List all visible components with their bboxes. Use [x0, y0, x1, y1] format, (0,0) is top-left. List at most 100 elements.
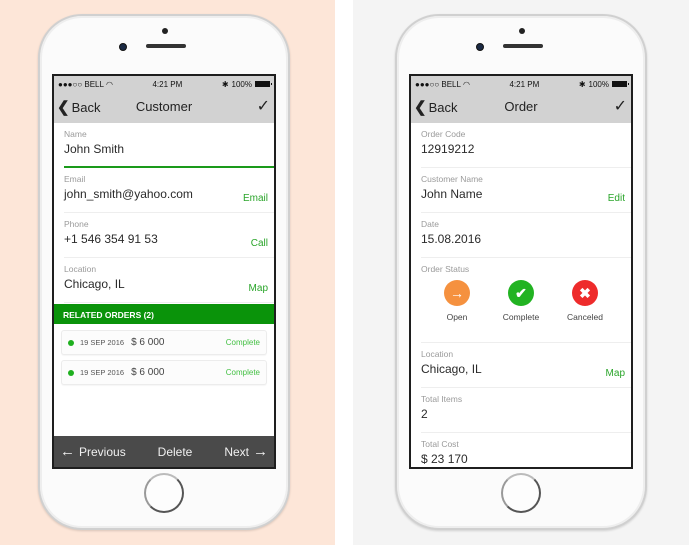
battery-icon [612, 81, 629, 87]
status-option-open[interactable]: → Open [434, 280, 480, 322]
location-value[interactable]: Chicago, IL [421, 362, 621, 376]
field-label: Phone [64, 219, 89, 229]
page-title: Customer [135, 99, 193, 114]
delete-label: Delete [157, 444, 193, 459]
status-dot-icon [68, 369, 74, 376]
total-cost-value[interactable]: $ 23 170 [421, 452, 621, 466]
order-date: 19 SEP 2016 [80, 368, 125, 377]
customer-name-field: Customer Name John Name Edit [411, 168, 631, 213]
status-option-label: Open [446, 312, 468, 322]
order-status: Complete [225, 368, 260, 377]
arrow-left-icon: ← [60, 443, 75, 460]
order-date: 19 SEP 2016 [80, 338, 125, 347]
field-label: Total Cost [421, 439, 459, 449]
date-field: Date 15.08.2016 [411, 213, 631, 258]
customer-name-value[interactable]: John Name [421, 187, 621, 201]
home-button[interactable] [501, 473, 541, 513]
front-camera [476, 43, 484, 51]
earpiece-speaker [146, 44, 186, 48]
x-icon: ✖ [572, 280, 598, 306]
field-label: Email [64, 174, 86, 184]
carrier-label: ●●●○○ BELL [415, 79, 461, 89]
customer-screen: ●●●○○ BELL ◠ 4:21 PM ✱ 100% ❮ Back Custo… [52, 74, 276, 469]
previous-button[interactable]: ← Previous [60, 443, 126, 460]
field-label: Customer Name [421, 174, 483, 184]
status-option-canceled[interactable]: ✖ Canceled [562, 280, 608, 322]
earpiece-speaker [503, 44, 543, 48]
clock: 4:21 PM [152, 79, 183, 89]
status-option-label: Canceled [567, 312, 603, 322]
bluetooth-icon: ✱ [578, 79, 586, 89]
status-option-complete[interactable]: ✔ Complete [498, 280, 544, 322]
order-status-field: Order Status → Open ✔ Complete ✖ Cancele… [411, 258, 631, 343]
carrier-label: ●●●○○ BELL [58, 79, 104, 89]
order-screen: ●●●○○ BELL ◠ 4:21 PM ✱ 100% ❮ Back Order… [409, 74, 633, 469]
status-dot-icon [68, 339, 74, 346]
order-amount: $ 6 000 [131, 367, 165, 378]
field-label: Order Code [421, 129, 466, 139]
map-action-link[interactable]: Map [606, 368, 625, 379]
related-orders-list: 19 SEP 2016 $ 6 000 Complete 19 SEP 2016… [54, 324, 274, 396]
order-amount: $ 6 000 [131, 337, 165, 348]
phone-field: Phone +1 546 354 91 53 Call [54, 213, 274, 258]
total-items-value[interactable]: 2 [421, 407, 621, 421]
location-field: Location Chicago, IL Map [54, 258, 274, 303]
wifi-icon: ◠ [105, 79, 113, 89]
field-label: Location [64, 264, 97, 274]
edit-action-link[interactable]: Edit [608, 193, 625, 204]
phone-frame-customer: ●●●○○ BELL ◠ 4:21 PM ✱ 100% ❮ Back Custo… [38, 14, 290, 530]
status-bar: ●●●○○ BELL ◠ 4:21 PM ✱ 100% [411, 76, 631, 92]
related-orders-header: RELATED ORDERS (2) [54, 304, 274, 324]
order-status: Complete [225, 338, 260, 347]
wifi-icon: ◠ [462, 79, 470, 89]
battery-icon [255, 81, 272, 87]
status-option-label: Complete [502, 312, 540, 322]
order-code-value[interactable]: 12919212 [421, 142, 621, 156]
previous-label: Previous [79, 444, 126, 459]
map-action-link[interactable]: Map [249, 283, 268, 294]
date-value[interactable]: 15.08.2016 [421, 232, 621, 246]
name-input[interactable]: John Smith [64, 142, 264, 156]
phone-value[interactable]: +1 546 354 91 53 [64, 232, 264, 246]
arrow-right-icon: → [444, 280, 470, 306]
proximity-sensor [519, 28, 525, 34]
delete-button[interactable]: Delete [158, 445, 193, 459]
field-label: Location [421, 349, 454, 359]
next-button[interactable]: Next → [224, 443, 268, 460]
field-label: Total Items [421, 394, 463, 404]
email-action-link[interactable]: Email [243, 193, 268, 204]
name-field[interactable]: Name John Smith [54, 123, 274, 168]
navigation-bar: ❮ Back Customer ✓ [54, 92, 274, 123]
order-list-item[interactable]: 19 SEP 2016 $ 6 000 Complete [61, 360, 267, 385]
proximity-sensor [162, 28, 168, 34]
order-code-field: Order Code 12919212 [411, 123, 631, 168]
arrow-right-icon: → [253, 443, 268, 460]
field-label: Name [64, 129, 87, 139]
total-cost-field: Total Cost $ 23 170 [411, 433, 631, 467]
field-label: Date [421, 219, 439, 229]
battery-percent: 100% [588, 79, 609, 89]
call-action-link[interactable]: Call [251, 238, 268, 249]
clock: 4:21 PM [509, 79, 540, 89]
page-title: Order [504, 99, 538, 114]
location-value[interactable]: Chicago, IL [64, 277, 264, 291]
front-camera [119, 43, 127, 51]
order-list-item[interactable]: 19 SEP 2016 $ 6 000 Complete [61, 330, 267, 355]
home-button[interactable] [144, 473, 184, 513]
battery-percent: 100% [231, 79, 252, 89]
phone-frame-order: ●●●○○ BELL ◠ 4:21 PM ✱ 100% ❮ Back Order… [395, 14, 647, 530]
total-items-field: Total Items 2 [411, 388, 631, 433]
bottom-toolbar: ← Previous Delete Next → [54, 436, 274, 467]
email-value[interactable]: john_smith@yahoo.com [64, 187, 264, 201]
checkmark-icon[interactable]: ✓ [614, 96, 627, 116]
field-label: Order Status [421, 264, 470, 274]
navigation-bar: ❮ Back Order ✓ [411, 92, 631, 123]
order-status-options: → Open ✔ Complete ✖ Canceled [421, 274, 621, 322]
email-field: Email john_smith@yahoo.com Email [54, 168, 274, 213]
next-label: Next [224, 444, 249, 459]
bluetooth-icon: ✱ [221, 79, 229, 89]
checkmark-icon[interactable]: ✓ [257, 96, 270, 116]
location-field: Location Chicago, IL Map [411, 343, 631, 388]
status-bar: ●●●○○ BELL ◠ 4:21 PM ✱ 100% [54, 76, 274, 92]
check-icon: ✔ [508, 280, 534, 306]
